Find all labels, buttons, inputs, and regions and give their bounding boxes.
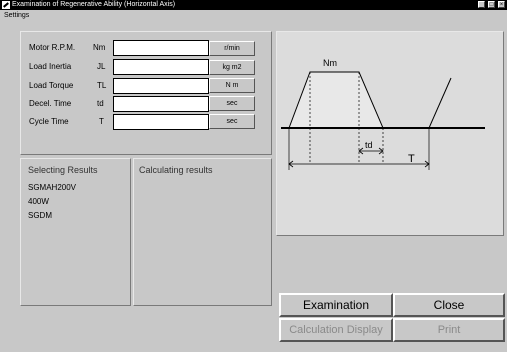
menu-bar: Settings (0, 10, 507, 21)
td-label: td (365, 140, 373, 150)
minimize-icon[interactable]: _ (478, 1, 486, 8)
calculating-results-panel: Calculating results (133, 158, 272, 306)
speed-profile-diagram: Nm td T (276, 31, 504, 236)
calculation-display-button[interactable]: Calculation Display (279, 318, 393, 342)
next-cycle-line (428, 77, 452, 129)
app-window: Examination of Regenerative Ability (Hor… (0, 0, 507, 352)
selecting-results-panel: Selecting Results SGMAH200V 400W SGDM (20, 158, 131, 306)
load-torque-symbol: TL (97, 81, 107, 90)
motor-rpm-label: Motor R.P.M. (29, 43, 76, 52)
motor-rpm-symbol: Nm (93, 43, 106, 52)
decel-time-unit-button[interactable]: sec (209, 96, 255, 111)
input-panel: Motor R.P.M. Nm r/min Load Inertia JL kg… (20, 31, 272, 155)
decel-time-label: Decel. Time (29, 99, 72, 108)
close-button[interactable]: Close (393, 293, 505, 317)
cycle-time-input[interactable] (113, 114, 209, 130)
selecting-results-title: Selecting Results (28, 165, 98, 175)
load-inertia-label: Load Inertia (29, 62, 72, 71)
selected-driver: SGDM (28, 211, 52, 220)
print-button[interactable]: Print (393, 318, 505, 342)
window-controls: _ □ × (477, 1, 505, 9)
cycle-time-label: Cycle Time (29, 117, 69, 126)
calculating-results-title: Calculating results (139, 165, 213, 175)
menu-settings[interactable]: Settings (4, 10, 29, 21)
load-inertia-input[interactable] (113, 59, 209, 75)
examination-button[interactable]: Examination (279, 293, 393, 317)
nm-label: Nm (323, 58, 337, 68)
motor-rpm-input[interactable] (113, 40, 209, 56)
app-icon (2, 1, 10, 9)
load-inertia-symbol: JL (97, 62, 106, 71)
decel-time-input[interactable] (113, 96, 209, 112)
load-torque-label: Load Torque (29, 81, 74, 90)
decel-time-symbol: td (97, 99, 104, 108)
selected-model: SGMAH200V (28, 183, 77, 192)
speed-profile-svg: Nm td T (281, 58, 485, 170)
window-title: Examination of Regenerative Ability (Hor… (12, 1, 176, 8)
motor-rpm-unit-button[interactable]: r/min (209, 41, 255, 56)
cycle-time-symbol: T (99, 117, 104, 126)
load-torque-input[interactable] (113, 78, 209, 94)
title-bar: Examination of Regenerative Ability (Hor… (0, 0, 507, 10)
selected-power: 400W (28, 197, 49, 206)
load-torque-unit-button[interactable]: N m (209, 78, 255, 93)
close-icon[interactable]: × (498, 1, 505, 8)
t-label: T (408, 153, 415, 165)
load-inertia-unit-button[interactable]: kg m2 (209, 60, 255, 75)
maximize-icon[interactable]: □ (488, 1, 496, 8)
profile-fill (289, 72, 383, 128)
cycle-time-unit-button[interactable]: sec (209, 114, 255, 129)
